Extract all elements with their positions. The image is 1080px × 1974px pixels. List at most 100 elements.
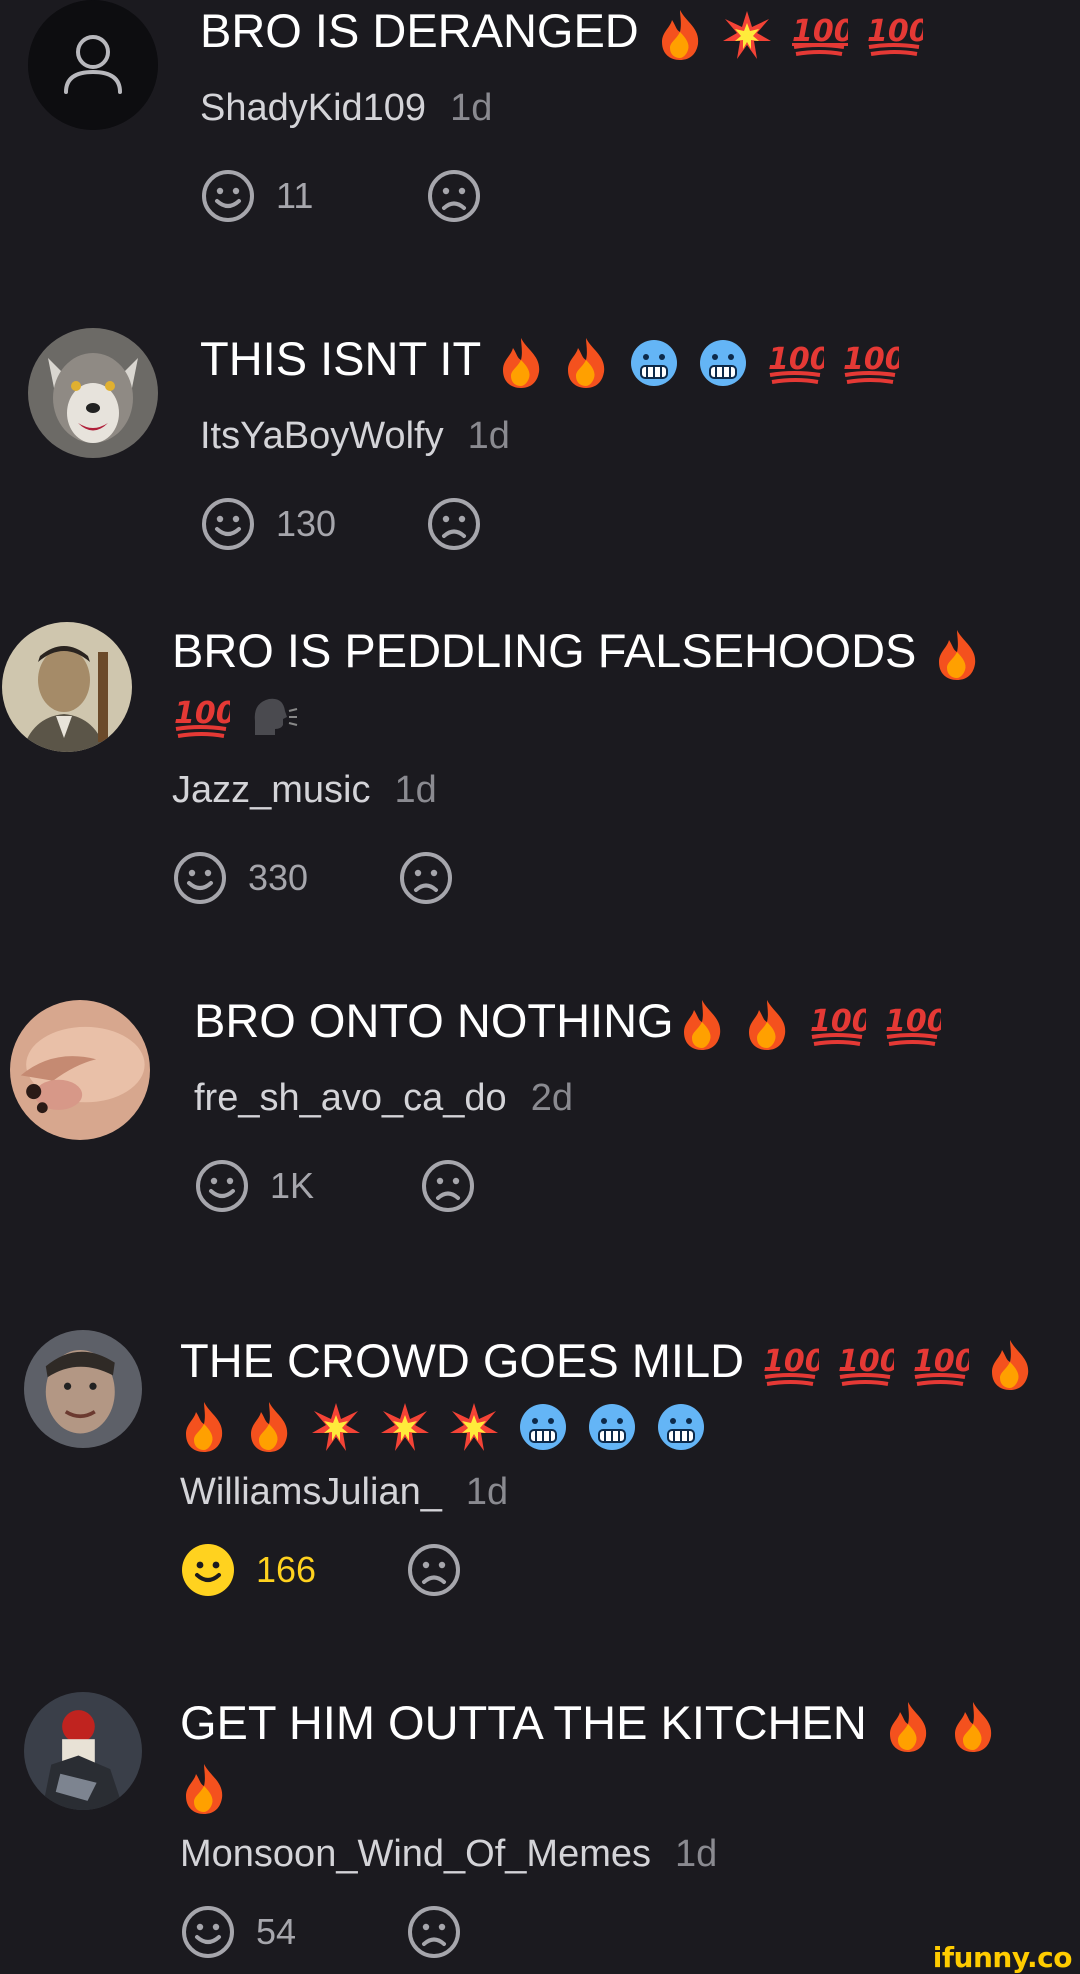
fire-emoji xyxy=(497,336,545,390)
fire-emoji xyxy=(933,628,981,682)
like-count: 166 xyxy=(256,1549,317,1590)
fire-emoji xyxy=(743,998,791,1052)
comment-author[interactable]: Jazz_music xyxy=(172,769,371,811)
smile-button[interactable]: 54 xyxy=(180,1904,336,1960)
comment-text-line: THIS ISNT IT xyxy=(200,332,481,385)
like-count: 11 xyxy=(276,175,314,216)
cold-face-emoji xyxy=(655,1401,707,1453)
frown-icon xyxy=(400,852,452,904)
hundred-emoji: 100 xyxy=(911,1339,969,1391)
comment-text-line: BRO IS DERANGED xyxy=(200,4,639,57)
comment-time: 2d xyxy=(530,1077,573,1119)
unsmile-button[interactable] xyxy=(426,496,482,552)
smile-button[interactable]: 1K xyxy=(194,1158,350,1214)
fire-emoji xyxy=(180,1400,228,1454)
face-avatar[interactable] xyxy=(24,1330,142,1448)
comment-author[interactable]: fre_sh_avo_ca_do xyxy=(194,1077,507,1119)
comment-actions: 166 xyxy=(180,1542,1080,1598)
fire-emoji xyxy=(245,1400,293,1454)
hundred-emoji: 100 xyxy=(761,1339,819,1391)
watermark-logo: ifunny.co xyxy=(932,1941,1073,1974)
hundred-emoji: 100 xyxy=(865,9,923,61)
smile-button[interactable]: 330 xyxy=(172,850,328,906)
like-count: 1K xyxy=(270,1165,315,1206)
unsmile-button[interactable] xyxy=(406,1542,462,1598)
comment-text-line: GET HIM OUTTA THE KITCHEN xyxy=(180,1696,867,1749)
like-count: 130 xyxy=(276,503,337,544)
collision-emoji xyxy=(379,1401,431,1453)
helmet-avatar[interactable] xyxy=(24,1692,142,1810)
speaking-head-emoji xyxy=(247,691,299,743)
smile-icon xyxy=(182,1544,234,1596)
unsmile-button[interactable] xyxy=(398,850,454,906)
hundred-emoji: 100 xyxy=(766,337,824,389)
hundred-emoji: 100 xyxy=(841,337,899,389)
comment-actions: 11 xyxy=(200,168,1080,224)
fire-emoji xyxy=(562,336,610,390)
fire-emoji xyxy=(884,1700,932,1754)
comment-time: 1d xyxy=(675,1833,718,1875)
unsmile-button[interactable] xyxy=(420,1158,476,1214)
collision-emoji xyxy=(448,1401,500,1453)
hundred-emoji: 100 xyxy=(836,1339,894,1391)
like-count: 54 xyxy=(256,1911,297,1952)
cold-face-emoji xyxy=(697,337,749,389)
smile-button[interactable]: 11 xyxy=(200,168,356,224)
comment-time: 1d xyxy=(450,87,493,129)
smile-icon xyxy=(202,498,254,550)
comment-author[interactable]: Monsoon_Wind_Of_Memes xyxy=(180,1833,651,1875)
unsmile-button[interactable] xyxy=(406,1904,462,1960)
comment-text: THE CROWD GOES MILD 100 100 100 xyxy=(180,1330,1080,1454)
smile-button[interactable]: 166 xyxy=(180,1542,336,1598)
comment-time: 1d xyxy=(467,415,510,457)
comment-actions: 130 xyxy=(200,496,1080,552)
hundred-emoji: 100 xyxy=(808,999,866,1051)
fire-emoji xyxy=(656,8,704,62)
like-count: 330 xyxy=(248,857,309,898)
smile-icon xyxy=(202,170,254,222)
comment-author[interactable]: ItsYaBoyWolfy xyxy=(200,415,444,457)
comment-meta: ShadyKid109 1d xyxy=(200,84,1080,132)
closeup-avatar[interactable] xyxy=(10,1000,150,1140)
hundred-emoji: 100 xyxy=(790,9,848,61)
frown-icon xyxy=(408,1906,460,1958)
frown-icon xyxy=(428,498,480,550)
comment-author[interactable]: WilliamsJulian_ xyxy=(180,1471,442,1513)
portrait-avatar[interactable] xyxy=(2,622,132,752)
smile-icon xyxy=(174,852,226,904)
cold-face-emoji xyxy=(586,1401,638,1453)
unsmile-button[interactable] xyxy=(426,168,482,224)
comment-feed: BRO IS DERANGED 100 100 ShadyKid109 1d 11 xyxy=(0,0,1080,1974)
comment-time: 1d xyxy=(465,1471,509,1513)
frown-icon xyxy=(408,1544,460,1596)
fire-emoji xyxy=(180,1762,228,1816)
comment-actions: 330 xyxy=(172,850,1080,906)
frown-icon xyxy=(428,170,480,222)
collision-emoji xyxy=(310,1401,362,1453)
cold-face-emoji xyxy=(628,337,680,389)
comment-author[interactable]: ShadyKid109 xyxy=(200,87,426,129)
comment-text-line: BRO ONTO NOTHING xyxy=(194,994,674,1047)
comment-text: BRO ONTO NOTHING 100 100 xyxy=(194,990,1080,1052)
smile-icon xyxy=(196,1160,248,1212)
comment-meta: Monsoon_Wind_Of_Memes 1d xyxy=(180,1830,1080,1878)
hundred-emoji: 100 xyxy=(883,999,941,1051)
fire-emoji xyxy=(678,998,726,1052)
cold-face-emoji xyxy=(517,1401,569,1453)
comment-text: GET HIM OUTTA THE KITCHEN xyxy=(180,1692,1080,1816)
comment-meta: fre_sh_avo_ca_do 2d xyxy=(194,1074,1080,1122)
comment-text-line: THE CROWD GOES MILD xyxy=(180,1334,745,1387)
comment-meta: Jazz_music 1d xyxy=(172,766,1080,814)
smile-button[interactable]: 130 xyxy=(200,496,356,552)
comment-text: BRO IS PEDDLING FALSEHOODS 100 xyxy=(172,620,1080,744)
comment-actions: 1K xyxy=(194,1158,1080,1214)
default-user-icon[interactable] xyxy=(28,0,158,130)
comment-text: THIS ISNT IT 100 100 xyxy=(200,328,1080,390)
wolf-avatar[interactable] xyxy=(28,328,158,458)
hundred-emoji: 100 xyxy=(172,691,230,743)
frown-icon xyxy=(422,1160,474,1212)
comment-meta: WilliamsJulian_ 1d xyxy=(180,1468,1080,1516)
comment-time: 1d xyxy=(394,769,437,811)
comment-text: BRO IS DERANGED 100 100 xyxy=(200,0,1080,62)
fire-emoji xyxy=(986,1338,1034,1392)
